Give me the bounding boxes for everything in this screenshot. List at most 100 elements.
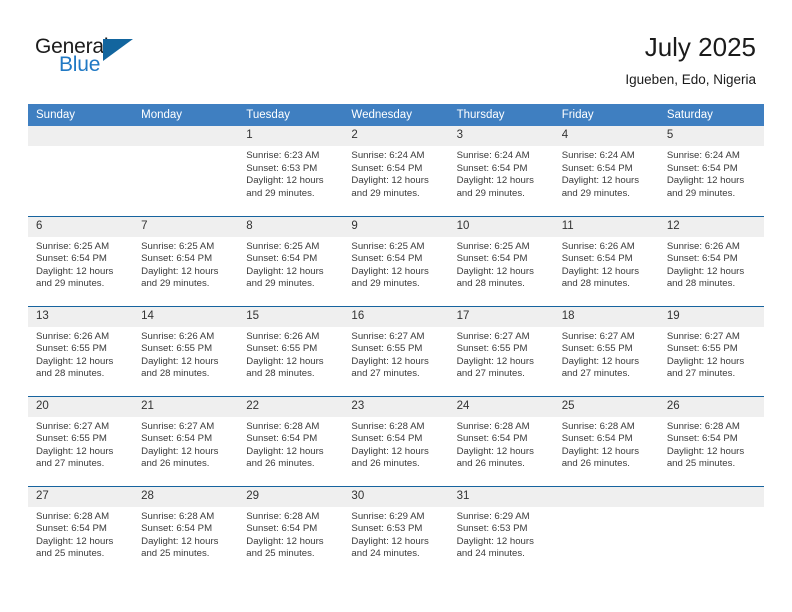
day-number: 19	[658, 306, 764, 327]
day-cell-empty	[658, 485, 764, 576]
day-cell[interactable]: 21 Sunrise: 6:27 AM Sunset: 6:54 PM Dayligh…	[133, 395, 239, 486]
sunrise-text: Sunrise: 6:27 AM	[666, 330, 740, 342]
calendar-week-row: 20 Sunrise: 6:27 AM Sunset: 6:55 PM Dayligh…	[28, 395, 764, 486]
day-sun-info: Sunrise: 6:28 AM Sunset: 6:54 PM Daylight:…	[238, 417, 343, 471]
day-cell[interactable]: 8 Sunrise: 6:25 AM Sunset: 6:54 PM Daylight…	[238, 215, 344, 306]
triangle-flag-icon	[103, 39, 133, 61]
day-sun-info: Sunrise: 6:25 AM Sunset: 6:54 PM Daylight:…	[343, 237, 448, 291]
sunrise-text: Sunrise: 6:26 AM	[36, 330, 110, 342]
calendar-week-row: 6 Sunrise: 6:25 AM Sunset: 6:54 PM Daylight…	[28, 215, 764, 306]
weekday-header-tuesday: Tuesday	[238, 104, 344, 126]
day-number: 1	[238, 126, 344, 146]
brand-logo[interactable]: General Blue	[35, 36, 175, 86]
day-sun-info: Sunrise: 6:27 AM Sunset: 6:55 PM Daylight:…	[449, 327, 554, 381]
sunrise-text: Sunrise: 6:24 AM	[666, 150, 740, 161]
day-cell[interactable]: 1 Sunrise: 6:23 AM Sunset: 6:53 PM Daylight…	[238, 126, 344, 216]
day-cell[interactable]: 17 Sunrise: 6:27 AM Sunset: 6:55 PM Dayligh…	[448, 305, 554, 396]
weekday-header-friday: Friday	[553, 104, 659, 126]
day-number: 10	[448, 216, 554, 237]
sunset-text: Sunset: 6:54 PM	[246, 253, 318, 265]
day-cell[interactable]: 23 Sunrise: 6:28 AM Sunset: 6:54 PM Dayligh…	[343, 395, 449, 486]
sunrise-text: Sunrise: 6:27 AM	[141, 420, 215, 432]
day-sun-info: Sunrise: 6:29 AM Sunset: 6:53 PM Daylight:…	[449, 507, 554, 561]
weekday-header-monday: Monday	[133, 104, 239, 126]
calendar-page: General Blue July 2025 Igueben, Edo, Nig…	[0, 0, 792, 612]
sunrise-text: Sunrise: 6:28 AM	[666, 420, 740, 432]
day-sun-info: Sunrise: 6:27 AM Sunset: 6:55 PM Daylight:…	[28, 417, 133, 471]
day-cell[interactable]: 2 Sunrise: 6:24 AM Sunset: 6:54 PM Daylight…	[343, 126, 449, 216]
sunset-text: Sunset: 6:54 PM	[561, 433, 633, 445]
sunrise-text: Sunrise: 6:27 AM	[36, 420, 110, 432]
day-cell[interactable]: 31 Sunrise: 6:29 AM Sunset: 6:53 PM Dayligh…	[448, 485, 554, 576]
sunset-text: Sunset: 6:55 PM	[351, 343, 423, 355]
day-number: 25	[553, 396, 659, 417]
sunset-text: Sunset: 6:55 PM	[36, 343, 107, 355]
day-number: 3	[448, 126, 554, 146]
daylight-text: Daylight: 12 hours and 28 minutes.	[561, 265, 640, 290]
day-cell[interactable]: 29 Sunrise: 6:28 AM Sunset: 6:54 PM Dayligh…	[238, 485, 344, 576]
sunset-text: Sunset: 6:55 PM	[561, 343, 633, 355]
daylight-text: Daylight: 12 hours and 29 minutes.	[351, 175, 429, 199]
day-cell[interactable]: 7 Sunrise: 6:25 AM Sunset: 6:54 PM Daylight…	[133, 215, 239, 306]
sunrise-text: Sunrise: 6:25 AM	[456, 240, 530, 252]
day-sun-info: Sunrise: 6:28 AM Sunset: 6:54 PM Daylight:…	[133, 507, 238, 561]
day-number: 28	[133, 486, 239, 507]
day-cell[interactable]: 5 Sunrise: 6:24 AM Sunset: 6:54 PM Daylight…	[658, 126, 764, 216]
day-cell[interactable]: 6 Sunrise: 6:25 AM Sunset: 6:54 PM Daylight…	[28, 215, 134, 306]
day-cell[interactable]: 22 Sunrise: 6:28 AM Sunset: 6:54 PM Dayligh…	[238, 395, 344, 486]
daylight-text: Daylight: 12 hours and 29 minutes.	[456, 175, 534, 199]
day-number: 17	[448, 306, 554, 327]
day-cell[interactable]: 20 Sunrise: 6:27 AM Sunset: 6:55 PM Dayligh…	[28, 395, 134, 486]
sunset-text: Sunset: 6:54 PM	[456, 162, 528, 174]
day-cell[interactable]: 19 Sunrise: 6:27 AM Sunset: 6:55 PM Dayligh…	[658, 305, 764, 396]
day-cell[interactable]: 13 Sunrise: 6:26 AM Sunset: 6:55 PM Dayligh…	[28, 305, 134, 396]
day-cell[interactable]: 28 Sunrise: 6:28 AM Sunset: 6:54 PM Dayligh…	[133, 485, 239, 576]
daylight-text: Daylight: 12 hours and 27 minutes.	[351, 355, 429, 380]
sunset-text: Sunset: 6:53 PM	[456, 523, 528, 535]
sunset-text: Sunset: 6:54 PM	[141, 253, 213, 265]
day-cell[interactable]: 3 Sunrise: 6:24 AM Sunset: 6:54 PM Daylight…	[448, 126, 554, 216]
day-sun-info: Sunrise: 6:24 AM Sunset: 6:54 PM Daylight:…	[343, 146, 448, 200]
day-cell[interactable]: 4 Sunrise: 6:24 AM Sunset: 6:54 PM Daylight…	[553, 126, 659, 216]
day-cell[interactable]: 24 Sunrise: 6:28 AM Sunset: 6:54 PM Dayligh…	[448, 395, 554, 486]
sunset-text: Sunset: 6:54 PM	[666, 253, 738, 265]
day-cell[interactable]: 12 Sunrise: 6:26 AM Sunset: 6:54 PM Dayligh…	[658, 215, 764, 306]
sunrise-text: Sunrise: 6:24 AM	[561, 150, 635, 161]
day-number: 18	[553, 306, 659, 327]
daylight-text: Daylight: 12 hours and 29 minutes.	[141, 265, 219, 290]
sunrise-text: Sunrise: 6:25 AM	[141, 240, 215, 252]
day-cell[interactable]: 11 Sunrise: 6:26 AM Sunset: 6:54 PM Dayligh…	[553, 215, 659, 306]
daylight-text: Daylight: 12 hours and 28 minutes.	[666, 265, 745, 290]
day-sun-info: Sunrise: 6:27 AM Sunset: 6:55 PM Daylight:…	[554, 327, 659, 381]
sunset-text: Sunset: 6:53 PM	[246, 162, 318, 174]
daylight-text: Daylight: 12 hours and 29 minutes.	[36, 265, 114, 290]
calendar-week-row: 13 Sunrise: 6:26 AM Sunset: 6:55 PM Dayligh…	[28, 305, 764, 396]
calendar-body: 1 Sunrise: 6:23 AM Sunset: 6:53 PM Daylight…	[28, 126, 764, 576]
sunrise-text: Sunrise: 6:28 AM	[246, 420, 320, 432]
day-cell[interactable]: 9 Sunrise: 6:25 AM Sunset: 6:54 PM Daylight…	[343, 215, 449, 306]
daylight-text: Daylight: 12 hours and 27 minutes.	[456, 355, 534, 380]
sunset-text: Sunset: 6:54 PM	[456, 253, 528, 265]
day-cell[interactable]: 10 Sunrise: 6:25 AM Sunset: 6:54 PM Dayligh…	[448, 215, 554, 306]
day-number: 13	[28, 306, 134, 327]
daylight-text: Daylight: 12 hours and 29 minutes.	[561, 175, 640, 199]
weekday-header-saturday: Saturday	[658, 104, 764, 126]
day-number: 4	[553, 126, 659, 146]
day-cell[interactable]: 16 Sunrise: 6:27 AM Sunset: 6:55 PM Dayligh…	[343, 305, 449, 396]
day-number: 22	[238, 396, 344, 417]
day-cell[interactable]: 27 Sunrise: 6:28 AM Sunset: 6:54 PM Dayligh…	[28, 485, 134, 576]
daylight-text: Daylight: 12 hours and 28 minutes.	[456, 265, 534, 290]
brand-name-blue: Blue	[59, 53, 101, 76]
page-header: General Blue July 2025 Igueben, Edo, Nig…	[0, 0, 792, 96]
day-cell[interactable]: 26 Sunrise: 6:28 AM Sunset: 6:54 PM Dayligh…	[658, 395, 764, 486]
day-cell[interactable]: 30 Sunrise: 6:29 AM Sunset: 6:53 PM Dayligh…	[343, 485, 449, 576]
day-cell[interactable]: 14 Sunrise: 6:26 AM Sunset: 6:55 PM Dayligh…	[133, 305, 239, 396]
day-number	[553, 486, 659, 507]
daylight-text: Daylight: 12 hours and 24 minutes.	[456, 535, 534, 560]
day-cell[interactable]: 25 Sunrise: 6:28 AM Sunset: 6:54 PM Dayligh…	[553, 395, 659, 486]
day-cell[interactable]: 18 Sunrise: 6:27 AM Sunset: 6:55 PM Dayligh…	[553, 305, 659, 396]
day-sun-info: Sunrise: 6:25 AM Sunset: 6:54 PM Daylight:…	[238, 237, 343, 291]
day-sun-info: Sunrise: 6:26 AM Sunset: 6:55 PM Daylight:…	[133, 327, 238, 381]
daylight-text: Daylight: 12 hours and 27 minutes.	[666, 355, 745, 380]
day-cell[interactable]: 15 Sunrise: 6:26 AM Sunset: 6:55 PM Dayligh…	[238, 305, 344, 396]
